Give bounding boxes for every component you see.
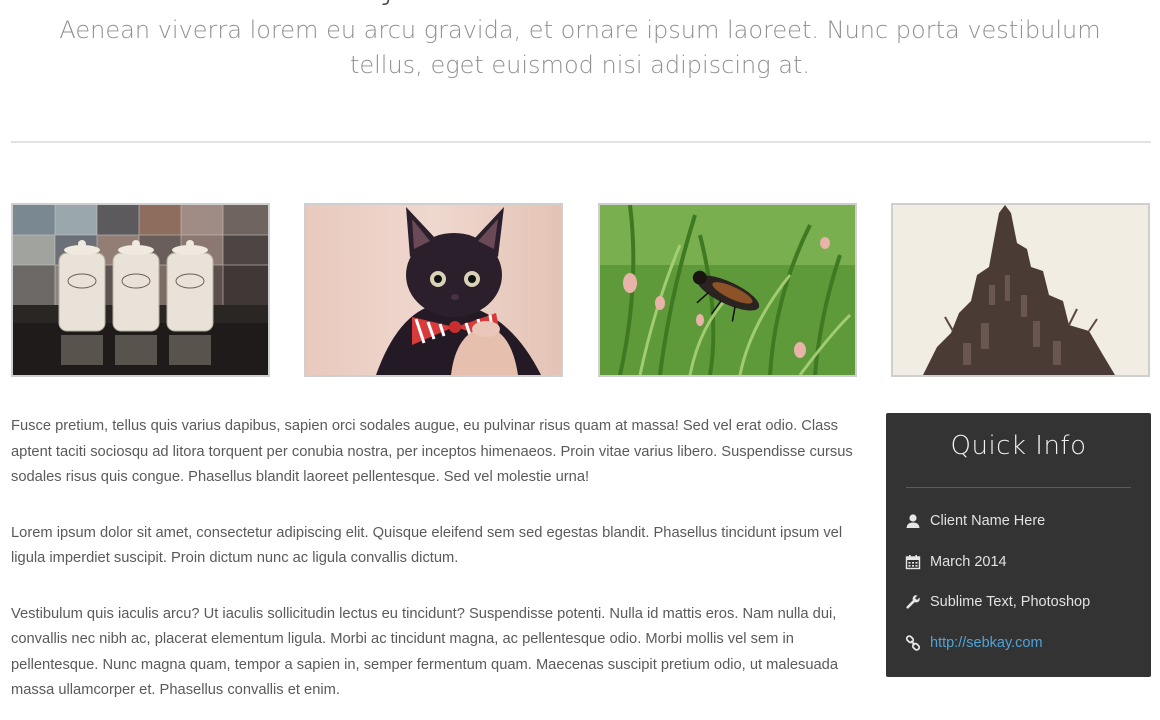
project-website-link[interactable]: http://sebkay.com [930, 635, 1043, 651]
jars-photo [13, 205, 268, 375]
tools-row: Sublime Text, Photoshop [904, 590, 1144, 614]
kitten-photo [306, 205, 561, 375]
paragraph-3: Vestibulum quis iaculis arcu? Ut iaculis… [11, 605, 839, 699]
client-row: Client Name Here [904, 509, 1144, 533]
client-name: Client Name Here [930, 513, 1046, 529]
project-date: March 2014 [930, 554, 1007, 570]
date-row: March 2014 [904, 550, 1144, 574]
divider [11, 141, 1151, 143]
quick-info-panel: Quick Info Client Name Here March 2014 S… [886, 413, 1151, 677]
gallery-thumb-insect[interactable] [598, 203, 857, 377]
gallery-thumb-kitten[interactable] [304, 203, 563, 377]
link-icon [904, 634, 922, 652]
paragraph-1: Fusce pretium, tellus quis varius dapibu… [11, 418, 853, 485]
insect-photo [600, 205, 855, 375]
gallery-thumb-cathedral[interactable] [891, 203, 1150, 377]
calendar-icon [904, 553, 922, 571]
wrench-icon [904, 593, 922, 611]
user-icon [904, 512, 922, 530]
cathedral-photo [893, 205, 1148, 375]
paragraph-2: Lorem ipsum dolor sit amet, consectetur … [11, 524, 843, 567]
page-title: Project 04 Title Goes Here [0, 0, 1160, 10]
quick-info-title: Quick Info [950, 431, 1087, 461]
quick-info-divider [906, 487, 1131, 488]
link-row: http://sebkay.com [904, 631, 1144, 655]
gallery-thumb-jars[interactable] [11, 203, 270, 377]
project-description: Fusce pretium, tellus quis varius dapibu… [11, 414, 861, 720]
project-tools: Sublime Text, Photoshop [930, 594, 1091, 610]
page-subtitle: Aenean viverra lorem eu arcu gravida, et… [59, 16, 1101, 79]
